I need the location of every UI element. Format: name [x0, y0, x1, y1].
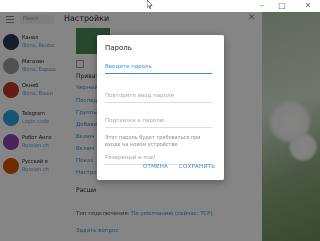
close-window-button[interactable]: ✕ — [300, 0, 316, 12]
maximize-button[interactable]: □ — [274, 0, 290, 12]
mouse-cursor-icon — [147, 0, 153, 9]
repeat-password-input[interactable] — [105, 90, 212, 103]
password-input[interactable] — [105, 61, 212, 74]
password-dialog: Пароль Этот пароль будет требоваться при… — [97, 35, 224, 180]
cancel-button[interactable]: ОТМЕНА — [143, 164, 168, 170]
minimize-button[interactable]: – — [254, 0, 270, 12]
password-hint-input[interactable] — [105, 115, 212, 128]
save-button[interactable]: СОХРАНИТЬ — [179, 164, 215, 170]
password-info-text: Этот пароль будет требоваться при входе … — [105, 135, 201, 148]
dialog-title: Пароль — [105, 44, 132, 52]
